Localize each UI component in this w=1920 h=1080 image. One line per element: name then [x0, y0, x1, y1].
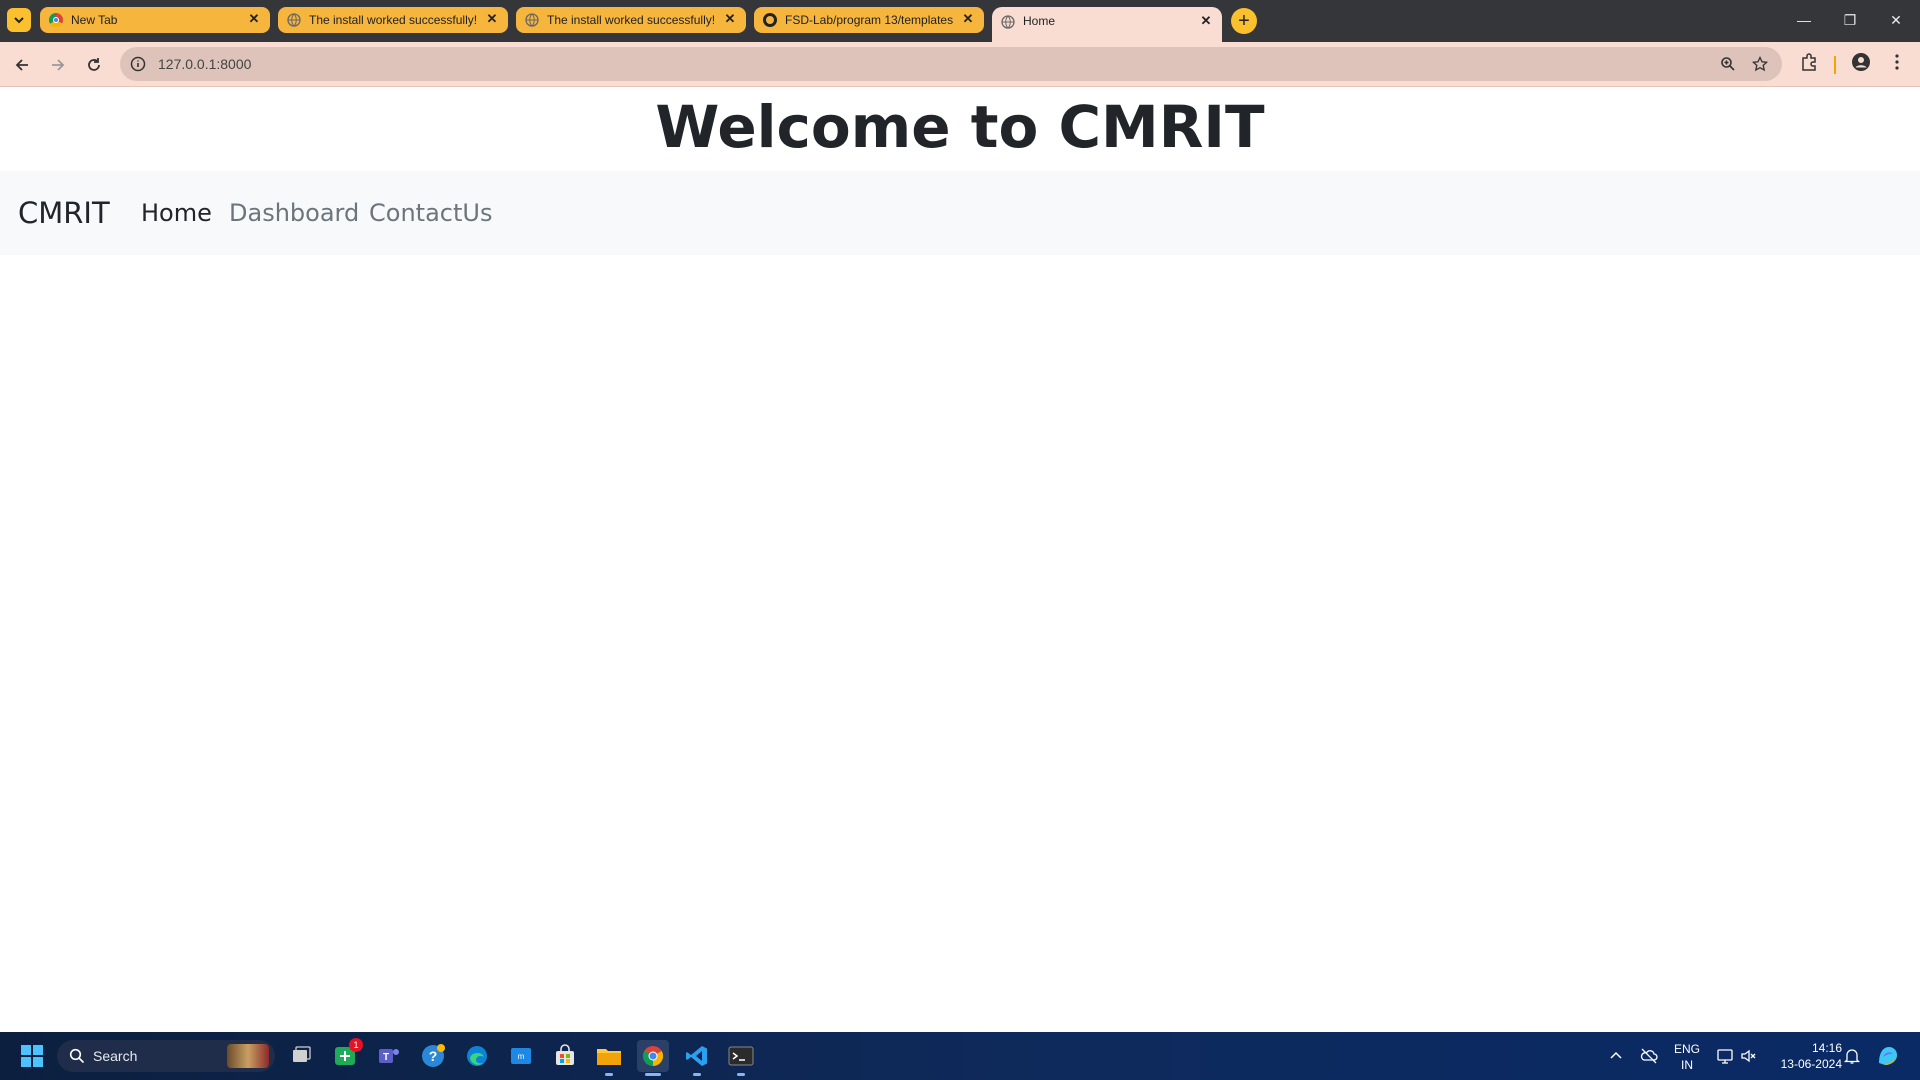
page-heading: Welcome to CMRIT	[655, 93, 1265, 161]
notification-badge: 1	[349, 1038, 363, 1052]
vscode-icon[interactable]	[681, 1040, 713, 1076]
taskbar-search[interactable]: Search	[57, 1040, 275, 1072]
site-info-icon[interactable]	[130, 56, 146, 72]
file-explorer-icon[interactable]	[593, 1040, 625, 1076]
nav-link-dashboard[interactable]: Dashboard	[229, 198, 359, 228]
tab-search-button[interactable]	[7, 8, 31, 32]
close-icon[interactable]: ✕	[960, 11, 976, 27]
close-icon[interactable]: ✕	[246, 11, 262, 27]
whatsapp-icon[interactable]: 1	[329, 1038, 363, 1072]
search-highlight-image	[227, 1044, 269, 1068]
tab-home[interactable]: Home ✕	[992, 7, 1222, 42]
running-indicator	[737, 1073, 745, 1076]
clock-time[interactable]: 14:16	[1770, 1041, 1842, 1055]
browser-toolbar: 127.0.0.1:8000	[0, 42, 1920, 87]
region-indicator[interactable]: IN	[1672, 1058, 1702, 1072]
onedrive-offline-icon[interactable]	[1640, 1047, 1658, 1065]
close-icon[interactable]: ✕	[1198, 13, 1214, 29]
chevron-up-icon[interactable]	[1609, 1049, 1623, 1063]
tab-new-tab[interactable]: New Tab ✕	[40, 7, 270, 33]
mobile-app-icon[interactable]: m	[505, 1040, 537, 1072]
search-icon	[69, 1048, 85, 1064]
chevron-down-icon	[14, 17, 24, 24]
reload-button[interactable]	[82, 53, 106, 77]
forward-button[interactable]	[46, 53, 70, 77]
navbar-brand[interactable]: CMRIT	[18, 196, 110, 230]
globe-icon	[287, 13, 301, 27]
close-icon[interactable]: ✕	[484, 11, 500, 27]
profile-avatar-icon[interactable]	[1851, 52, 1871, 72]
task-view-icon[interactable]	[285, 1040, 317, 1072]
nav-link-contactus[interactable]: ContactUs	[369, 198, 492, 228]
tab-install-worked-1[interactable]: The install worked successfully! ✕	[278, 7, 508, 33]
close-window-icon[interactable]: ✕	[1882, 10, 1910, 30]
svg-text:m: m	[518, 1052, 525, 1061]
windows-taskbar: Search 1 T ? m ENG IN 14:16 13-06-2024	[0, 1032, 1920, 1080]
chrome-icon	[49, 13, 63, 27]
reload-icon	[88, 58, 100, 71]
volume-muted-icon[interactable]	[1740, 1047, 1758, 1065]
running-indicator	[693, 1073, 701, 1076]
terminal-icon[interactable]	[725, 1040, 757, 1076]
clock-date[interactable]: 13-06-2024	[1770, 1057, 1842, 1071]
globe-icon	[525, 13, 539, 27]
tab-title: FSD-Lab/program 13/templates	[785, 13, 954, 27]
more-menu-icon[interactable]	[1887, 52, 1907, 72]
store-icon[interactable]	[549, 1040, 581, 1072]
arrow-right-icon	[52, 59, 65, 71]
browser-tab-strip: New Tab ✕ The install worked successfull…	[0, 0, 1920, 42]
tab-title: The install worked successfully!	[309, 13, 478, 27]
address-bar[interactable]: 127.0.0.1:8000	[120, 47, 1782, 81]
close-icon[interactable]: ✕	[722, 11, 738, 27]
copilot-icon[interactable]	[1875, 1043, 1901, 1069]
back-button[interactable]	[10, 53, 34, 77]
chrome-icon[interactable]	[637, 1040, 669, 1076]
site-navbar: CMRIT Home Dashboard ContactUs	[0, 171, 1920, 255]
tab-github-fsd-lab[interactable]: FSD-Lab/program 13/templates ✕	[754, 7, 984, 33]
tab-title: Home	[1023, 14, 1056, 28]
new-tab-button[interactable]: +	[1231, 8, 1257, 34]
svg-text:T: T	[383, 1052, 389, 1063]
bookmark-star-icon[interactable]	[1752, 56, 1768, 72]
notification-bell-icon[interactable]	[1843, 1047, 1861, 1065]
minimize-icon[interactable]: —	[1790, 10, 1818, 30]
network-icon[interactable]	[1716, 1047, 1734, 1065]
url-text: 127.0.0.1:8000	[158, 56, 252, 72]
help-icon[interactable]: ?	[417, 1040, 449, 1072]
language-indicator[interactable]: ENG	[1672, 1042, 1702, 1056]
edge-icon[interactable]	[461, 1040, 493, 1072]
extensions-puzzle-icon[interactable]	[1799, 52, 1819, 72]
running-indicator	[605, 1073, 613, 1076]
tab-install-worked-2[interactable]: The install worked successfully! ✕	[516, 7, 746, 33]
arrow-left-icon	[15, 59, 28, 71]
toolbar-divider	[1834, 56, 1836, 74]
globe-icon	[1001, 15, 1015, 29]
teams-icon[interactable]: T	[373, 1040, 405, 1072]
windows-start-icon[interactable]	[16, 1040, 48, 1072]
zoom-icon[interactable]	[1720, 56, 1736, 72]
restore-icon[interactable]: ❐	[1836, 10, 1864, 30]
github-icon	[763, 13, 777, 27]
svg-text:?: ?	[429, 1048, 438, 1064]
tab-title: The install worked successfully!	[547, 13, 716, 27]
tab-title: New Tab	[71, 13, 118, 27]
nav-link-home[interactable]: Home	[141, 198, 212, 228]
running-indicator	[645, 1073, 661, 1076]
search-label: Search	[93, 1048, 138, 1064]
